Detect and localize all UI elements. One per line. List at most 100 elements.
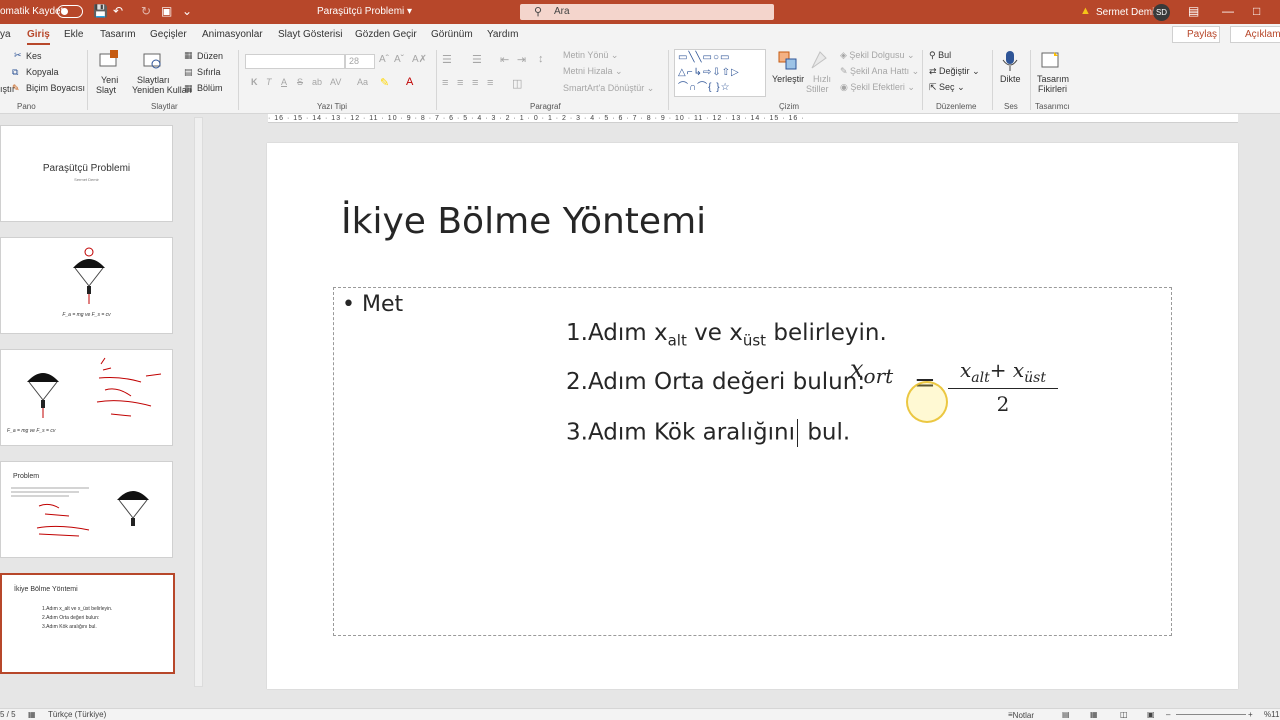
design-ideas-label-2[interactable]: Fikirleri bbox=[1038, 84, 1067, 94]
maximize-icon[interactable]: □ bbox=[1253, 4, 1260, 18]
slide-title[interactable]: İkiye Bölme Yöntemi bbox=[341, 201, 706, 242]
shapes-gallery[interactable]: ▭╲╲▭○▭ △⌐↳⇨⇩⇧▷ ⌒∩⌒{ }☆ bbox=[674, 49, 766, 97]
accessibility-icon[interactable]: ▦ bbox=[28, 710, 36, 719]
dictate-button[interactable]: Dikte bbox=[1000, 74, 1021, 84]
grow-font-icon[interactable]: Aˆ bbox=[379, 54, 389, 65]
strike-button[interactable]: S bbox=[297, 77, 303, 87]
layout-button[interactable]: Düzen bbox=[197, 51, 223, 61]
tab-view[interactable]: Görünüm bbox=[431, 29, 473, 40]
tab-transitions[interactable]: Geçişler bbox=[150, 29, 187, 40]
highlight-icon[interactable]: ✎ bbox=[380, 76, 389, 89]
slide-canvas[interactable]: İkiye Bölme Yöntemi • Met 1.Adım xalt ve… bbox=[267, 143, 1238, 689]
content-placeholder[interactable]: • Met 1.Adım xalt ve xüst belirleyin. 2.… bbox=[333, 287, 1172, 636]
tab-help[interactable]: Yardım bbox=[487, 29, 519, 40]
quick-styles-label-2[interactable]: Stiller bbox=[806, 84, 829, 94]
normal-view-icon[interactable]: ▤ bbox=[1062, 710, 1070, 719]
notes-button[interactable]: ≡ Notlar bbox=[1008, 710, 1034, 720]
shadow-button[interactable]: ab bbox=[312, 77, 322, 87]
share-button[interactable]: Paylaş bbox=[1172, 26, 1220, 43]
reading-view-icon[interactable]: ◫ bbox=[1120, 710, 1128, 719]
arrange-button[interactable]: Yerleştir bbox=[772, 74, 804, 84]
zoom-level[interactable]: %11 bbox=[1264, 710, 1279, 719]
step-3-text[interactable]: 3.Adım Kök aralığını bul. bbox=[566, 419, 850, 447]
design-ideas-label-1[interactable]: Tasarım bbox=[1037, 74, 1069, 84]
clear-format-icon[interactable]: A✗ bbox=[412, 54, 427, 65]
undo-icon[interactable]: ↶ bbox=[113, 4, 123, 18]
slideshow-view-icon[interactable]: ▣ bbox=[1147, 710, 1155, 719]
slide-thumbnail-2[interactable]: F_a = mg ve F_s = cv bbox=[0, 237, 173, 334]
reuse-slides-label-2[interactable]: Yeniden Kullan bbox=[132, 85, 192, 95]
columns-icon[interactable]: ◫ bbox=[512, 77, 522, 90]
format-painter-button[interactable]: Biçim Boyacısı bbox=[26, 83, 85, 93]
find-button[interactable]: ⚲ Bul bbox=[929, 50, 951, 61]
new-slide-label-1[interactable]: Yeni bbox=[101, 75, 118, 85]
align-center-icon[interactable]: ≡ bbox=[457, 77, 463, 89]
spacing-button[interactable]: AV bbox=[330, 77, 341, 87]
user-name[interactable]: Sermet Demir bbox=[1096, 7, 1158, 18]
zoom-slider[interactable] bbox=[1176, 714, 1246, 715]
reset-button[interactable]: Sıfırla bbox=[197, 67, 221, 77]
save-icon[interactable]: 💾 bbox=[93, 4, 108, 18]
shape-fill-button[interactable]: ◈ Şekil Dolgusu ⌄ bbox=[840, 50, 915, 61]
slide-thumbnail-4[interactable]: Problem bbox=[0, 461, 173, 558]
select-button[interactable]: ⇱ Seç ⌄ bbox=[929, 82, 965, 93]
present-icon[interactable]: ▣ bbox=[161, 4, 172, 18]
slide-thumbnail-1[interactable]: Paraşütçü Problemi Sermet Demir bbox=[0, 125, 173, 222]
autosave-toggle[interactable] bbox=[57, 5, 83, 18]
shape-outline-button[interactable]: ✎ Şekil Ana Hattı ⌄ bbox=[840, 66, 919, 77]
justify-icon[interactable]: ≡ bbox=[487, 77, 493, 89]
change-case-icon[interactable]: Aa bbox=[357, 77, 368, 87]
avatar[interactable]: SD bbox=[1153, 4, 1170, 21]
bullet-text[interactable]: • Met bbox=[342, 292, 403, 317]
comments-button[interactable]: Açıklama bbox=[1230, 26, 1280, 43]
numbering-icon[interactable]: ☰ bbox=[472, 53, 482, 66]
tab-design[interactable]: Tasarım bbox=[100, 29, 136, 40]
step-1-text[interactable]: 1.Adım xalt ve xüst belirleyin. bbox=[566, 320, 887, 350]
tab-slideshow[interactable]: Slayt Gösterisi bbox=[278, 29, 342, 40]
tab-home[interactable]: Giriş bbox=[27, 29, 50, 45]
zoom-in-icon[interactable]: + bbox=[1248, 710, 1253, 719]
slide-thumbnail-5-selected[interactable]: İkiye Bölme Yöntemi 1.Adım x_alt ve x_üs… bbox=[0, 573, 175, 674]
step-2-text[interactable]: 2.Adım Orta değeri bulun: bbox=[566, 369, 865, 395]
bullets-icon[interactable]: ☰ bbox=[442, 53, 452, 66]
vertical-scrollbar[interactable] bbox=[194, 117, 203, 687]
reuse-slides-label-1[interactable]: Slaytları bbox=[137, 75, 170, 85]
new-slide-label-2[interactable]: Slayt bbox=[96, 85, 116, 95]
document-title[interactable]: Paraşütçü Problemi ▾ bbox=[317, 6, 412, 17]
redo-icon[interactable]: ↻ bbox=[141, 4, 151, 18]
tab-insert[interactable]: Ekle bbox=[64, 29, 83, 40]
font-color-icon[interactable]: A bbox=[406, 76, 413, 88]
language-indicator[interactable]: Türkçe (Türkiye) bbox=[48, 710, 106, 719]
formula-lhs[interactable]: xort bbox=[850, 355, 893, 388]
smartart-button[interactable]: SmartArt'a Dönüştür ⌄ bbox=[563, 83, 654, 94]
tab-review[interactable]: Gözden Geçir bbox=[355, 29, 417, 40]
italic-button[interactable]: T bbox=[266, 77, 272, 87]
customize-qat-icon[interactable]: ⌄ bbox=[182, 4, 192, 18]
align-right-icon[interactable]: ≡ bbox=[472, 77, 478, 89]
minimize-icon[interactable]: — bbox=[1222, 4, 1234, 18]
ribbon-display-icon[interactable]: ▤ bbox=[1188, 4, 1199, 18]
tab-animations[interactable]: Animasyonlar bbox=[202, 29, 263, 40]
replace-button[interactable]: ⇄ Değiştir ⌄ bbox=[929, 66, 980, 77]
warning-icon[interactable]: ▲ bbox=[1080, 5, 1091, 17]
tab-file-fragment[interactable]: ya bbox=[0, 29, 11, 40]
line-spacing-icon[interactable]: ↕ bbox=[538, 53, 544, 65]
sorter-view-icon[interactable]: ▦ bbox=[1090, 710, 1098, 719]
font-size-box[interactable]: 28 bbox=[345, 54, 375, 69]
shape-effects-button[interactable]: ◉ Şekil Efektleri ⌄ bbox=[840, 82, 915, 93]
search-box[interactable]: ⚲ Ara bbox=[520, 4, 774, 20]
bold-button[interactable]: K bbox=[251, 77, 258, 87]
slide-thumbnail-3[interactable]: F_a = mg ve F_s = cv bbox=[0, 349, 173, 446]
quick-styles-label-1[interactable]: Hızlı bbox=[813, 74, 831, 84]
align-text-button[interactable]: Metni Hizala ⌄ bbox=[563, 66, 623, 77]
indent-decrease-icon[interactable]: ⇤ bbox=[500, 53, 509, 66]
copy-button[interactable]: Kopyala bbox=[26, 67, 59, 77]
formula-fraction[interactable]: xalt+ xüst 2 bbox=[948, 358, 1058, 416]
underline-button[interactable]: A bbox=[281, 77, 287, 87]
align-left-icon[interactable]: ≡ bbox=[442, 77, 448, 89]
font-name-box[interactable] bbox=[245, 54, 345, 69]
shrink-font-icon[interactable]: Aˇ bbox=[394, 54, 404, 65]
indent-increase-icon[interactable]: ⇥ bbox=[517, 53, 526, 66]
cut-button[interactable]: Kes bbox=[26, 51, 42, 61]
zoom-out-icon[interactable]: – bbox=[1166, 710, 1170, 719]
